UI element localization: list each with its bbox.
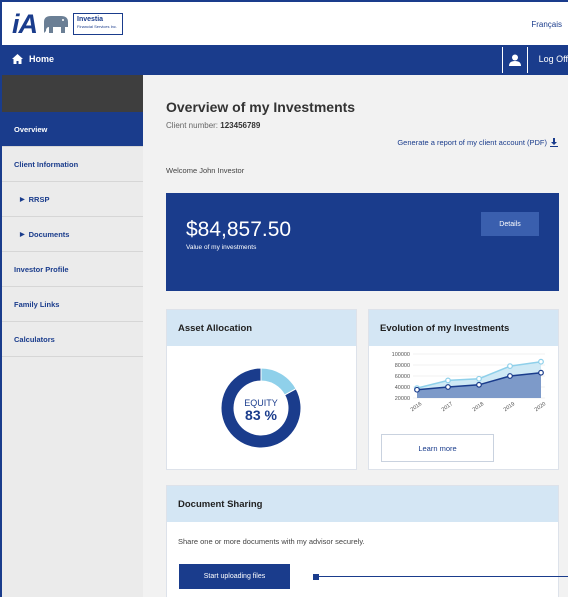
- y-tick-label: 40000: [395, 385, 410, 391]
- logo-text: iA: [12, 8, 38, 39]
- sidebar-item-label: Family Links: [14, 299, 60, 309]
- download-icon: [550, 138, 558, 147]
- main-content: Overview of my Investments Client number…: [143, 75, 568, 597]
- document-sharing-text: Share one or more documents with my advi…: [178, 537, 365, 546]
- caret-right-icon: ▶: [20, 196, 25, 203]
- y-tick-label: 60000: [395, 374, 410, 380]
- caret-right-icon: ▶: [20, 231, 25, 238]
- series-point: [507, 373, 513, 379]
- learn-more-button[interactable]: Learn more: [381, 434, 494, 462]
- callout-line: [318, 576, 548, 577]
- sidebar-item-rrsp[interactable]: ▶ RRSP: [2, 182, 143, 217]
- asset-allocation-donut: EQUITY 83 %: [220, 367, 302, 449]
- page-title: Overview of my Investments: [166, 99, 356, 115]
- series-point: [445, 384, 451, 390]
- evolution-card: Evolution of my Investments 100000 80000 6…: [368, 309, 559, 470]
- evolution-line-chart: 100000 80000 60000 40000 200002016 2017 2018 20…: [392, 352, 548, 413]
- home-link[interactable]: Home: [12, 54, 54, 64]
- logo[interactable]: iA Investia Financial Services Inc.: [12, 8, 123, 39]
- series-point: [538, 358, 544, 365]
- sidebar-item-label: Overview: [14, 124, 48, 134]
- donut-center-value: 83 %: [245, 407, 277, 423]
- x-tick-label: 2020: [534, 401, 547, 413]
- top-header: iA Investia Financial Services Inc. Fran…: [2, 2, 568, 45]
- home-label: Home: [29, 54, 55, 64]
- details-button[interactable]: Details: [481, 212, 539, 236]
- user-icon: [509, 54, 521, 66]
- document-sharing-title: Document Sharing: [167, 486, 558, 522]
- sidebar-item-client-information[interactable]: Client Information: [2, 147, 143, 182]
- logoff-link[interactable]: Log Off: [530, 54, 568, 64]
- x-tick-label: 2019: [503, 401, 516, 413]
- sidebar-item-family-links[interactable]: Family Links: [2, 287, 143, 322]
- elephant-icon: [44, 16, 68, 33]
- asset-allocation-title: Asset Allocation: [167, 310, 356, 346]
- investment-value: $84,857.50: [186, 218, 292, 241]
- sidebar-item-label: RRSP: [28, 194, 50, 204]
- user-button[interactable]: [502, 47, 528, 73]
- sidebar-item-investor-profile[interactable]: Investor Profile: [2, 252, 143, 287]
- sidebar-item-label: Client Information: [14, 159, 79, 169]
- series-point: [538, 369, 544, 376]
- logo-wordmark: Investia Financial Services Inc.: [73, 13, 123, 35]
- y-tick-label: 100000: [392, 352, 410, 358]
- sidebar-item-label: Investor Profile: [14, 264, 69, 274]
- main-navbar: Home Log Off: [2, 45, 568, 75]
- sidebar-item-overview[interactable]: Overview: [2, 112, 150, 147]
- x-tick-label: 2018: [472, 401, 485, 413]
- home-icon: [12, 54, 23, 64]
- investment-value-card: $84,857.50 Value of my investments Detai…: [166, 193, 559, 291]
- series-point: [507, 363, 513, 370]
- series-point: [476, 375, 482, 382]
- sidebar-item-label: Documents: [28, 229, 70, 239]
- investment-value-label: Value of my investments: [186, 244, 257, 251]
- welcome-message: Welcome John Investor: [166, 166, 245, 175]
- callout-marker: [313, 574, 319, 580]
- sidebar-item-calculators[interactable]: Calculators: [2, 322, 143, 357]
- x-tick-label: 2017: [441, 401, 454, 413]
- sidebar: Overview Client Information ▶ RRSP ▶ Doc…: [2, 75, 150, 597]
- start-uploading-button[interactable]: Start uploading files: [179, 564, 290, 589]
- series-point: [445, 377, 451, 384]
- y-tick-label: 20000: [395, 396, 410, 402]
- generate-report-link[interactable]: Generate a report of my client account (…: [397, 138, 558, 147]
- sidebar-header: [2, 75, 143, 112]
- x-tick-label: 2016: [410, 401, 423, 413]
- sidebar-item-label: Calculators: [14, 334, 55, 344]
- client-number: Client number: 123456789: [166, 121, 261, 130]
- donut-slice-other: [260, 367, 297, 396]
- sidebar-item-documents[interactable]: ▶ Documents: [2, 217, 143, 252]
- asset-allocation-card: Asset Allocation EQUITY 83 %: [166, 309, 357, 470]
- series-point: [414, 386, 420, 393]
- callout-line-end: [548, 576, 568, 597]
- y-tick-label: 80000: [395, 363, 410, 369]
- series-point: [476, 381, 482, 388]
- document-sharing-card: Document Sharing Share one or more docum…: [166, 485, 559, 597]
- evolution-title: Evolution of my Investments: [369, 310, 558, 346]
- language-link[interactable]: Français: [531, 20, 562, 29]
